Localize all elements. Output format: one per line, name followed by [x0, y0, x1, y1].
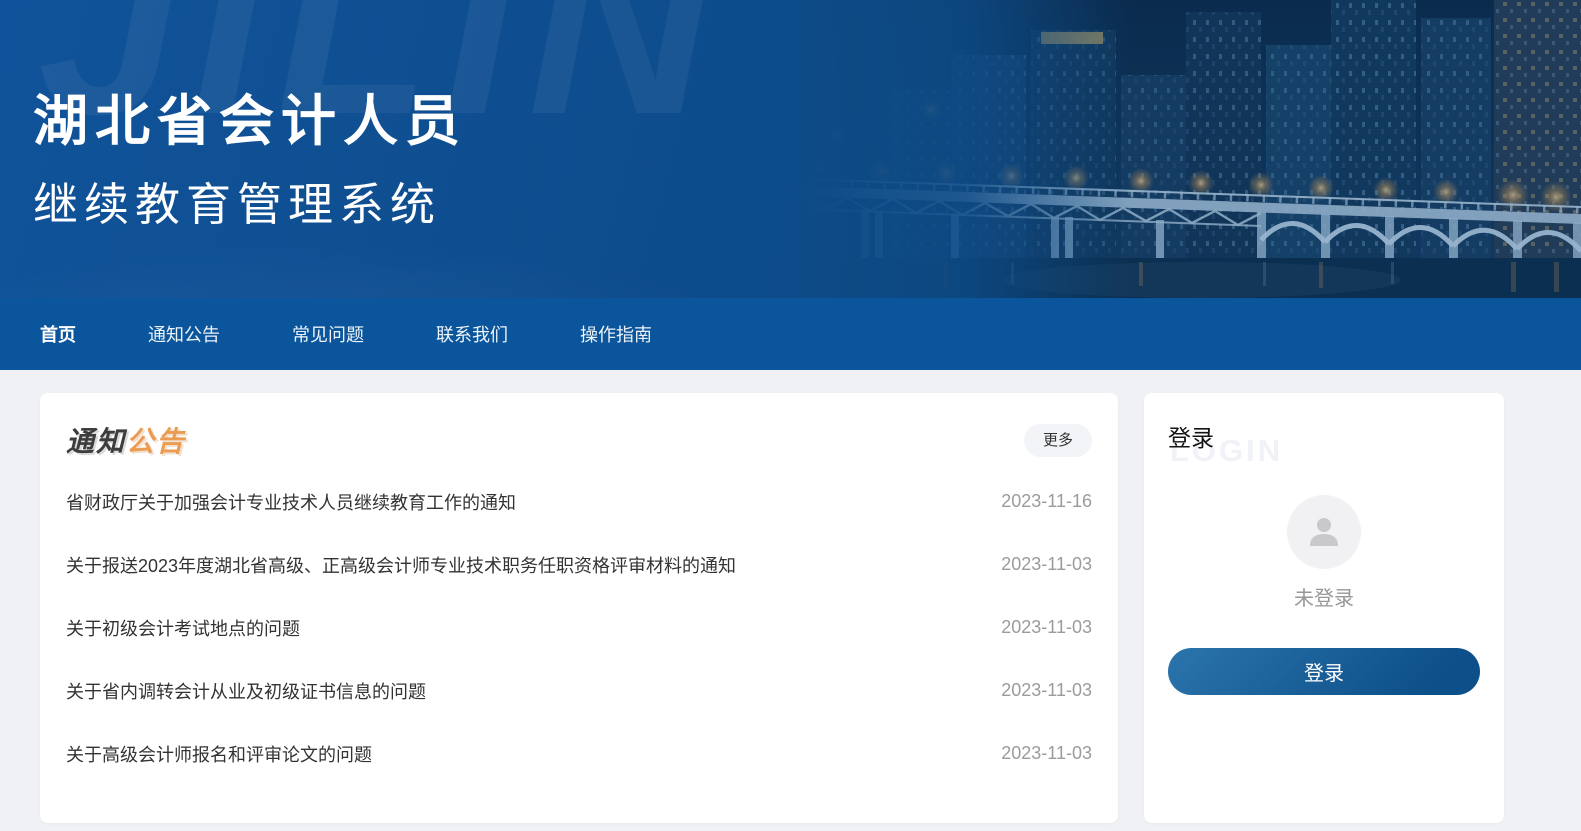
nav-item-faq[interactable]: 常见问题 [292, 321, 364, 347]
notice-title-link[interactable]: 关于省内调转会计从业及初级证书信息的问题 [66, 678, 426, 704]
notice-row[interactable]: 关于初级会计考试地点的问题 2023-11-03 [66, 596, 1092, 659]
notice-row[interactable]: 省财政厅关于加强会计专业技术人员继续教育工作的通知 2023-11-16 [66, 470, 1092, 533]
notice-panel: 通知公告 更多 省财政厅关于加强会计专业技术人员继续教育工作的通知 2023-1… [40, 393, 1118, 823]
login-heading: 登录 [1168, 419, 1480, 453]
notice-panel-title: 通知公告 [66, 420, 186, 460]
notice-row[interactable]: 关于报送2023年度湖北省高级、正高级会计师专业技术职务任职资格评审材料的通知 … [66, 533, 1092, 596]
notice-title-part1: 通知 [66, 426, 126, 457]
notice-title-link[interactable]: 关于报送2023年度湖北省高级、正高级会计师专业技术职务任职资格评审材料的通知 [66, 552, 736, 578]
login-status-text: 未登录 [1168, 582, 1480, 611]
notice-row[interactable]: 关于高级会计师报名和评审论文的问题 2023-11-03 [66, 722, 1092, 785]
more-button[interactable]: 更多 [1024, 424, 1092, 457]
notice-title-link[interactable]: 关于初级会计考试地点的问题 [66, 615, 300, 641]
nav-item-guide[interactable]: 操作指南 [580, 321, 652, 347]
nav-item-contact[interactable]: 联系我们 [436, 321, 508, 347]
notice-date: 2023-11-03 [1001, 554, 1092, 575]
notice-title-link[interactable]: 省财政厅关于加强会计专业技术人员继续教育工作的通知 [66, 489, 516, 515]
notice-title-part2: 公告 [126, 426, 186, 457]
city-bridge-night-image [801, 0, 1581, 298]
nav-item-home[interactable]: 首页 [40, 321, 76, 347]
header-banner: JILIN 湖北省会计人员 继续教育管理系统 [0, 0, 1581, 298]
notice-date: 2023-11-03 [1001, 743, 1092, 764]
notice-date: 2023-11-03 [1001, 680, 1092, 701]
site-title-line2: 继续教育管理系统 [33, 168, 441, 233]
notice-panel-header: 通知公告 更多 [66, 420, 1092, 460]
login-panel: LOGIN 登录 未登录 登录 [1144, 393, 1504, 823]
site-title-line1: 湖北省会计人员 [33, 76, 467, 156]
notice-title-link[interactable]: 关于高级会计师报名和评审论文的问题 [66, 741, 372, 767]
user-icon [1304, 512, 1344, 552]
notice-date: 2023-11-03 [1001, 617, 1092, 638]
notice-date: 2023-11-16 [1001, 491, 1092, 512]
notice-row[interactable]: 关于省内调转会计从业及初级证书信息的问题 2023-11-03 [66, 659, 1092, 722]
avatar-container [1168, 495, 1480, 569]
notice-list: 省财政厅关于加强会计专业技术人员继续教育工作的通知 2023-11-16 关于报… [66, 470, 1092, 785]
login-button[interactable]: 登录 [1168, 648, 1480, 695]
main-content: 通知公告 更多 省财政厅关于加强会计专业技术人员继续教育工作的通知 2023-1… [0, 370, 1581, 823]
main-nav-bar: 首页 通知公告 常见问题 联系我们 操作指南 [0, 298, 1581, 370]
avatar [1287, 495, 1361, 569]
nav-item-notices[interactable]: 通知公告 [148, 321, 220, 347]
